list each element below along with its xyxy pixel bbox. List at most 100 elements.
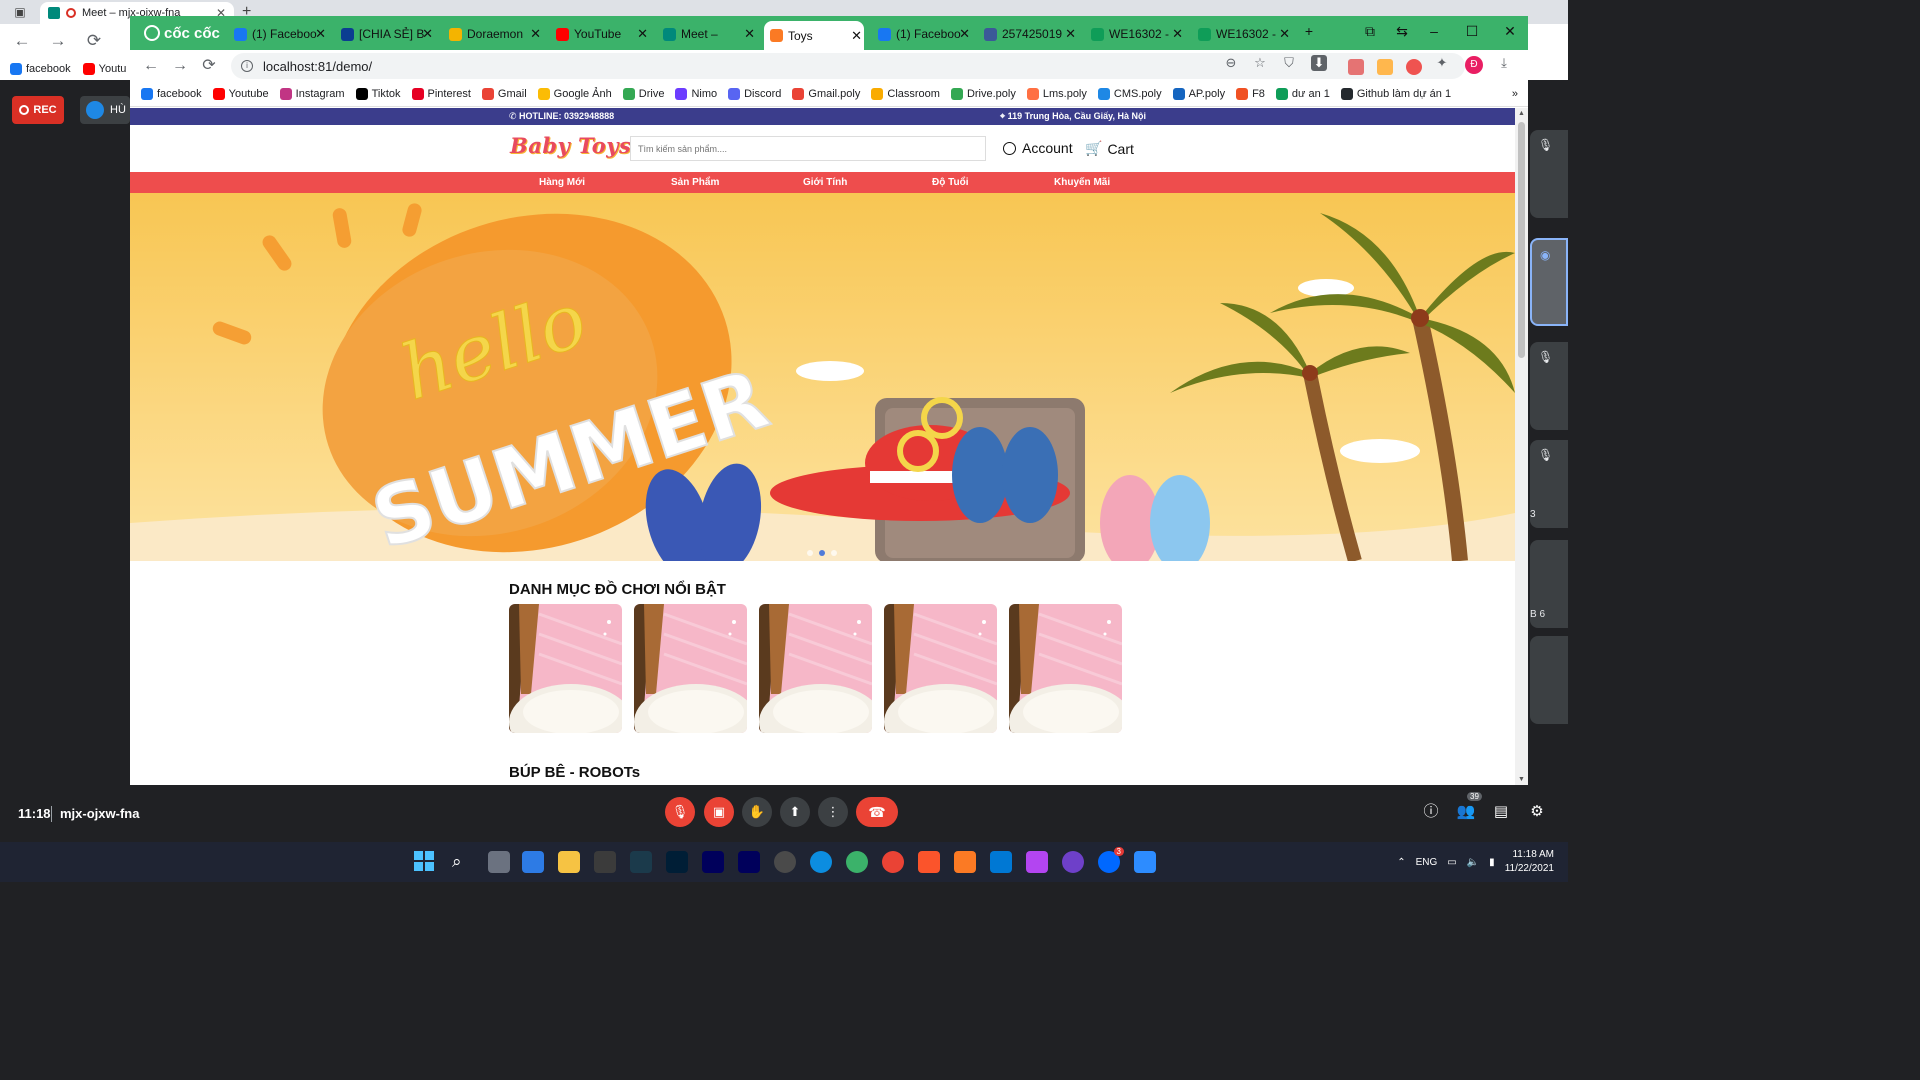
network-icon[interactable]: ▭	[1447, 857, 1456, 868]
edge-icon[interactable]	[810, 851, 832, 873]
bookmark-item[interactable]: Lms.poly	[1026, 88, 1087, 100]
tab-item[interactable]: Meet – ✕	[657, 23, 757, 45]
bookmark-item[interactable]: F8	[1236, 88, 1265, 100]
brave-icon[interactable]	[918, 851, 940, 873]
clock[interactable]: 11:18 AM 11/22/2021	[1505, 848, 1554, 876]
address-bar[interactable]: i localhost:81/demo/	[231, 53, 1465, 79]
menu-item-age[interactable]: Độ Tuổi	[932, 177, 968, 188]
bookmark-item[interactable]: Youtu	[82, 63, 126, 75]
participant-tile[interactable]: 🎙 3	[1530, 440, 1568, 528]
coccoc-icon[interactable]	[846, 851, 868, 873]
tab-item[interactable]: [CHIA SẺ] B ✕	[335, 23, 435, 45]
nox-icon[interactable]	[630, 851, 652, 873]
back-button[interactable]: ←	[142, 57, 160, 75]
bookmark-item[interactable]: Instagram	[279, 88, 345, 100]
scrollbar-thumb[interactable]	[1518, 122, 1525, 358]
coccoc-logo[interactable]: cốc cốc	[136, 21, 228, 45]
bookmark-item[interactable]: Drive.poly	[950, 88, 1016, 100]
close-icon[interactable]: ✕	[744, 26, 755, 42]
chevron-up-icon[interactable]: ⌃	[1397, 857, 1405, 868]
media-encoder-icon[interactable]	[738, 851, 760, 873]
participant-tile[interactable]: 🎙	[1530, 342, 1568, 430]
notion-icon[interactable]	[594, 851, 616, 873]
profile-avatar[interactable]: Đ	[1465, 56, 1483, 74]
tab-manager-icon[interactable]: ⧉	[1360, 21, 1380, 41]
tab-item[interactable]: 257425019 ✕	[978, 23, 1078, 45]
tab-item[interactable]: WE16302 - ✕	[1192, 23, 1292, 45]
camera-toggle-button[interactable]: ▣	[704, 797, 734, 827]
cart-link[interactable]: 🛒 Cart	[1085, 140, 1134, 157]
menu-item-products[interactable]: Sản Phẩm	[671, 177, 719, 188]
chat-button[interactable]: ▤	[1491, 802, 1511, 822]
reload-button[interactable]: ⟳	[84, 31, 104, 51]
tab-active[interactable]: Toys ✕	[764, 21, 864, 50]
photoshop-icon[interactable]	[666, 851, 688, 873]
more-options-button[interactable]: ⋮	[818, 797, 848, 827]
menu-item-gender[interactable]: Giới Tính	[803, 177, 847, 188]
bookmark-item[interactable]: Drive	[622, 88, 664, 100]
puzzle-icon[interactable]: ✦	[1434, 55, 1450, 71]
bookmark-item[interactable]: Gmail.poly	[792, 88, 860, 100]
tab-item[interactable]: YouTube ✕	[550, 23, 650, 45]
github-desktop-icon[interactable]	[1062, 851, 1084, 873]
category-card[interactable]	[1009, 604, 1122, 733]
chrome-icon[interactable]	[882, 851, 904, 873]
recording-button[interactable]: REC	[12, 96, 64, 124]
site-logo[interactable]: Baby Toys	[510, 133, 631, 158]
zoom-icon[interactable]	[1134, 851, 1156, 873]
category-card[interactable]	[509, 604, 622, 733]
premiere-icon[interactable]	[702, 851, 724, 873]
battery-icon[interactable]: ▮	[1489, 857, 1495, 868]
close-icon[interactable]: ✕	[1172, 26, 1183, 42]
leave-call-button[interactable]: ☎	[856, 797, 898, 827]
tab-item[interactable]: WE16302 - ✕	[1085, 23, 1185, 45]
tab-item[interactable]: Doraemon ✕	[443, 23, 543, 45]
participant-tile[interactable]: B 6	[1530, 540, 1568, 628]
downloads-icon[interactable]: ⤓	[1496, 55, 1512, 71]
category-card[interactable]	[634, 604, 747, 733]
bookmark-item[interactable]: Nimo	[675, 88, 717, 100]
zoom-icon[interactable]: ⊖	[1223, 55, 1239, 71]
extension-icon[interactable]	[1406, 59, 1422, 75]
category-card[interactable]	[884, 604, 997, 733]
extension-icon[interactable]	[1377, 59, 1393, 75]
bookmark-item[interactable]: Youtube	[212, 88, 269, 100]
bookmark-item[interactable]: Gmail	[481, 88, 527, 100]
menu-item-sale[interactable]: Khuyến Mãi	[1054, 177, 1110, 188]
close-icon[interactable]: ✕	[422, 26, 433, 42]
file-explorer-icon[interactable]	[558, 851, 580, 873]
bookmark-item[interactable]: AP.poly	[1172, 88, 1225, 100]
extension-icon[interactable]	[1348, 59, 1364, 75]
store-icon[interactable]	[522, 851, 544, 873]
mic-toggle-button[interactable]: 🎙	[665, 797, 695, 827]
close-window-button[interactable]: ✕	[1500, 21, 1520, 41]
forward-button[interactable]: →	[48, 31, 68, 51]
tab-item[interactable]: (1) Faceboo ✕	[872, 23, 972, 45]
tab-search-icon[interactable]: ▣	[12, 4, 28, 20]
presenter-chip[interactable]: HÙ	[80, 96, 130, 124]
minimize-button[interactable]: –	[1424, 21, 1444, 41]
present-button[interactable]: ⬆	[780, 797, 810, 827]
participant-tile[interactable]	[1530, 636, 1568, 724]
meeting-info-button[interactable]: ⓘ	[1421, 802, 1441, 822]
bookmark-item[interactable]: Discord	[728, 88, 781, 100]
close-icon[interactable]: ✕	[959, 26, 970, 42]
bookmark-item[interactable]: dư an 1	[1275, 88, 1330, 100]
bookmark-item[interactable]: Tiktok	[355, 88, 401, 100]
close-icon[interactable]: ✕	[530, 26, 541, 42]
participant-tile-active[interactable]: ◉	[1530, 238, 1568, 326]
bookmark-item[interactable]: facebook	[141, 88, 202, 100]
close-icon[interactable]: ✕	[637, 26, 648, 42]
account-link[interactable]: Account	[1003, 140, 1073, 156]
download-page-icon[interactable]: ⬇	[1311, 55, 1327, 71]
phpstorm-icon[interactable]	[1026, 851, 1048, 873]
search-icon[interactable]: ⌕	[452, 852, 462, 872]
more-bookmarks-icon[interactable]: »	[1512, 88, 1518, 100]
site-info-icon[interactable]: i	[241, 60, 253, 72]
bookmark-item[interactable]: Classroom	[871, 88, 940, 100]
category-card[interactable]	[759, 604, 872, 733]
hero-banner[interactable]: hello SUMMER	[130, 193, 1515, 561]
zalo-icon[interactable]: 3	[1098, 847, 1124, 873]
people-button[interactable]: 👥	[1456, 802, 1476, 822]
maximize-button[interactable]: ☐	[1462, 21, 1482, 41]
